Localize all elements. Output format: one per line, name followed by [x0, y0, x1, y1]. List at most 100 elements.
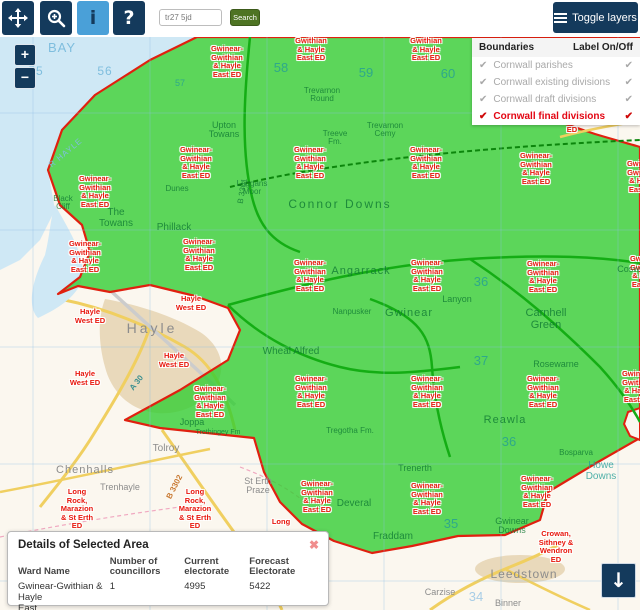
ed-label: Gwithian & Hayle East ED: [295, 37, 327, 63]
ed-label: Gwinear- Gwithian & Hayle East ED: [294, 259, 326, 293]
place-label: 36: [474, 275, 488, 289]
help-tool-button[interactable]: ?: [113, 1, 145, 35]
place-label: 60: [441, 67, 455, 81]
layer-label: Cornwall existing divisions: [493, 77, 624, 88]
place-label: Carzise: [425, 588, 456, 597]
place-label: Fraddam: [373, 532, 413, 543]
place-label: Trethingey Fm: [196, 429, 241, 436]
ed-label: Gwinear- Gwithian & Hayle East ED: [630, 255, 640, 289]
place-label: Phillack: [157, 223, 191, 234]
place-label: Joppa: [180, 418, 205, 427]
place-label: 34: [469, 590, 483, 604]
layer-label: Cornwall parishes: [493, 60, 624, 71]
ed-label: Gwinear- Gwithian & Hayle East ED: [527, 375, 559, 409]
layers-list: ✔Cornwall parishes✔✔Cornwall existing di…: [472, 57, 640, 125]
place-label: Trevarnon Round: [304, 87, 340, 104]
ed-label: Hayle West ED: [159, 352, 189, 369]
details-cell: 5422: [249, 580, 318, 610]
layer-check-icon[interactable]: ✔: [479, 60, 487, 71]
place-label: Wheal Alfred: [263, 347, 320, 358]
search-button[interactable]: Search: [230, 9, 260, 26]
info-tool-button[interactable]: i: [77, 1, 109, 35]
ed-label: Gwinear- Gwithian & Hayle East ED: [183, 238, 215, 272]
place-label: Trenerth: [398, 464, 432, 473]
place-label: Tolroy: [153, 444, 180, 455]
place-label: 57: [175, 79, 185, 88]
ed-label: Gwinear- Gwithian & Hayle East ED: [211, 45, 243, 79]
ed-label: Gwinear- Gwithian & Hayle East ED: [411, 482, 443, 516]
details-cell: 1: [110, 580, 184, 610]
place-label: Nanpusker: [333, 308, 372, 316]
layer-label: Cornwall draft divisions: [493, 94, 624, 105]
zoom-in-button[interactable]: +: [14, 44, 36, 66]
place-label: 36: [502, 435, 516, 449]
place-label: Connor Downs: [288, 198, 391, 211]
ed-label: Gwinear- Gwithian & Hayle East ED: [410, 146, 442, 180]
label-onoff-check-icon[interactable]: ✔: [625, 94, 633, 105]
place-label: Angarrack: [331, 266, 390, 278]
ed-label: Crowan, Sithney & Wendron ED: [539, 530, 574, 564]
place-label: Dunes: [165, 185, 188, 193]
toggle-layers-button[interactable]: Toggle layers: [553, 2, 638, 33]
details-panel-title: Details of Selected Area: [18, 539, 318, 551]
ed-label: Gwinear- Gwithian & Hayle East ED: [69, 240, 101, 274]
layer-check-icon[interactable]: ✔: [479, 111, 487, 122]
ed-label: Gwinear- Gwithian & Hayle East ED: [294, 146, 326, 180]
hamburger-icon: [554, 11, 567, 25]
ed-label: Hayle West ED: [176, 295, 206, 312]
place-label: Black Cliff: [53, 195, 73, 212]
info-icon: i: [90, 7, 97, 29]
place-label: Trenhayle: [100, 483, 140, 492]
details-panel: Details of Selected Area ✖ Ward NameNumb…: [7, 531, 329, 606]
ed-label: Hayle West ED: [75, 308, 105, 325]
layer-check-icon[interactable]: ✔: [479, 94, 487, 105]
place-label: 56: [97, 65, 112, 78]
move-arrows-icon: [8, 8, 28, 28]
layers-panel-header: Boundaries Label On/Off: [472, 38, 640, 57]
place-label: Gwinear: [385, 308, 433, 320]
place-label: Treeve Fm.: [323, 130, 348, 147]
close-icon[interactable]: ✖: [309, 538, 319, 552]
layer-row-0[interactable]: ✔Cornwall parishes✔: [472, 57, 640, 74]
arrow-down-icon: ↓: [610, 568, 627, 592]
place-label: Coswin: [617, 265, 640, 274]
layer-row-3[interactable]: ✔Cornwall final divisions✔: [472, 108, 640, 125]
zoom-tool-button[interactable]: [40, 1, 72, 35]
ed-label: Long: [272, 518, 290, 527]
details-column-header: Ward Name: [18, 556, 110, 580]
place-label: 37: [474, 354, 488, 368]
layer-label: Cornwall final divisions: [493, 111, 624, 122]
label-onoff-check-icon[interactable]: ✔: [625, 60, 633, 71]
details-column-header: Number of councillors: [110, 556, 184, 580]
place-label: Lanyon: [442, 295, 472, 304]
ed-label: Gwinear- Gwithian & Hayle East ED: [79, 175, 111, 209]
ed-label: Gwinear- Gwithian & Hayle East ED: [411, 259, 443, 293]
place-label: 35: [444, 517, 458, 531]
layer-check-icon[interactable]: ✔: [479, 77, 487, 88]
layers-panel: Boundaries Label On/Off ✔Cornwall parish…: [472, 38, 640, 125]
label-onoff-check-icon[interactable]: ✔: [625, 77, 633, 88]
zoom-out-button[interactable]: −: [14, 67, 36, 89]
ed-label: Gwithian & Hayle East ED: [410, 37, 442, 63]
ed-label: Long Rock, Marazion & St Erth ED: [179, 488, 212, 531]
search-input[interactable]: [159, 9, 222, 26]
place-label: Binner: [495, 599, 521, 608]
place-label: Hayle: [127, 321, 178, 336]
place-label: Gwinear Downs: [495, 517, 529, 536]
ed-label: Hayle West ED: [70, 370, 100, 387]
place-label: 58: [274, 61, 288, 75]
layer-row-2[interactable]: ✔Cornwall draft divisions✔: [472, 91, 640, 108]
pan-down-button[interactable]: ↓: [601, 563, 636, 598]
ed-label: Long Rock, Marazion & St Erth ED: [61, 488, 94, 531]
place-label: Leedstown: [490, 568, 557, 581]
place-label: 59: [359, 66, 373, 80]
label-onoff-check-icon[interactable]: ✔: [625, 111, 633, 122]
ed-label: Gwinear- Gwithian & Hayle East ED: [622, 370, 640, 404]
pan-tool-button[interactable]: [2, 1, 34, 35]
details-column-header: Current electorate: [184, 556, 249, 580]
table-row: Gwinear-Gwithian & Hayle East149955422: [18, 580, 318, 610]
ed-label: Gwinear- Gwithian & Hayle East ED: [295, 375, 327, 409]
layer-row-1[interactable]: ✔Cornwall existing divisions✔: [472, 74, 640, 91]
ed-label: Gwinear- Gwithian & Hayle East ED: [527, 260, 559, 294]
place-label: Tregotha Fm.: [326, 427, 374, 435]
